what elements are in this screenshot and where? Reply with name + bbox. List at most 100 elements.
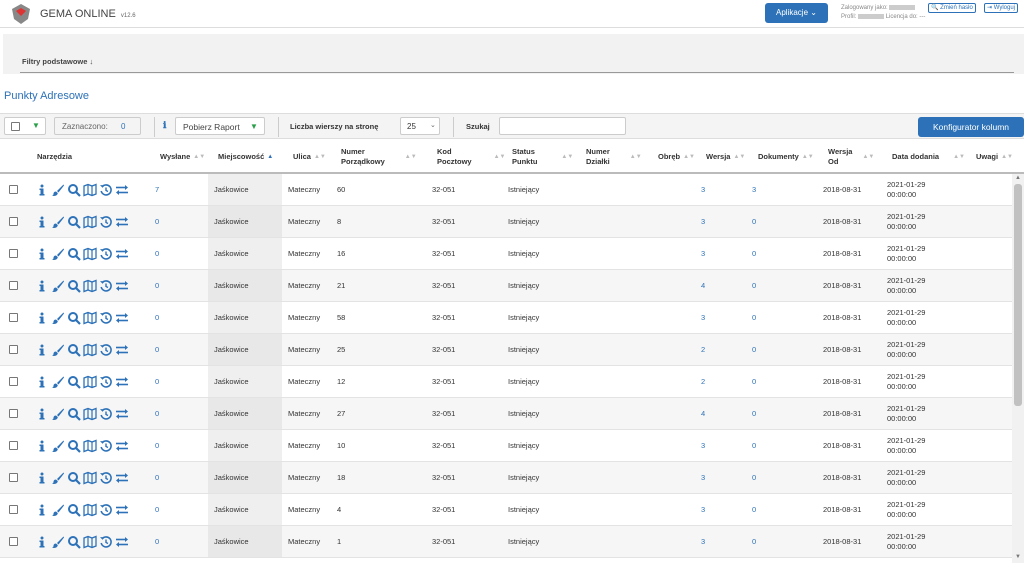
version-cell[interactable]: 4 <box>701 270 705 301</box>
map-icon[interactable] <box>83 375 97 389</box>
row-checkbox[interactable] <box>9 313 18 322</box>
map-icon[interactable] <box>83 439 97 453</box>
search-icon[interactable] <box>67 343 81 357</box>
sent-cell[interactable]: 0 <box>155 398 159 429</box>
basic-filters-toggle[interactable]: Filtry podstawowe ↓ <box>22 57 93 66</box>
select-all-dropdown[interactable]: ▼ <box>4 117 46 135</box>
column-header-version-from[interactable]: Wersja Od ▲▼ <box>828 140 874 174</box>
row-checkbox[interactable] <box>9 409 18 418</box>
history-icon[interactable] <box>99 343 113 357</box>
row-checkbox[interactable] <box>9 505 18 514</box>
info-icon[interactable]: ℹ <box>163 120 166 131</box>
search-icon[interactable] <box>67 407 81 421</box>
search-icon[interactable] <box>67 471 81 485</box>
map-icon[interactable] <box>83 183 97 197</box>
rows-per-page-select[interactable]: 25 ⌄ <box>400 117 440 135</box>
info-icon[interactable] <box>35 183 49 197</box>
sent-cell[interactable]: 0 <box>155 494 159 525</box>
column-header-version[interactable]: Wersja ▲▼ <box>706 140 745 174</box>
search-input[interactable] <box>499 117 626 135</box>
documents-cell[interactable]: 0 <box>752 206 756 237</box>
row-checkbox[interactable] <box>9 217 18 226</box>
info-icon[interactable] <box>35 407 49 421</box>
documents-cell[interactable]: 0 <box>752 302 756 333</box>
apps-button[interactable]: Aplikacje ⌄ <box>765 3 828 23</box>
map-icon[interactable] <box>83 407 97 421</box>
row-checkbox[interactable] <box>9 473 18 482</box>
history-icon[interactable] <box>99 375 113 389</box>
info-icon[interactable] <box>35 343 49 357</box>
column-header-town[interactable]: Miejscowość ▲ <box>218 140 273 174</box>
search-icon[interactable] <box>67 311 81 325</box>
history-icon[interactable] <box>99 471 113 485</box>
column-header-precinct[interactable]: Obręb ▲▼ <box>658 140 695 174</box>
download-report-button[interactable]: Pobierz Raport ▼ <box>175 117 265 135</box>
version-cell[interactable]: 2 <box>701 334 705 365</box>
brush-icon[interactable] <box>51 407 65 421</box>
brush-icon[interactable] <box>51 247 65 261</box>
history-icon[interactable] <box>99 503 113 517</box>
search-icon[interactable] <box>67 183 81 197</box>
sent-cell[interactable]: 0 <box>155 238 159 269</box>
column-header-notes[interactable]: Uwagi ▲▼ <box>976 140 1013 174</box>
documents-cell[interactable]: 0 <box>752 398 756 429</box>
version-cell[interactable]: 3 <box>701 430 705 461</box>
sent-cell[interactable]: 0 <box>155 366 159 397</box>
search-icon[interactable] <box>67 247 81 261</box>
row-checkbox[interactable] <box>9 185 18 194</box>
documents-cell[interactable]: 0 <box>752 270 756 301</box>
brush-icon[interactable] <box>51 183 65 197</box>
info-icon[interactable] <box>35 439 49 453</box>
column-header-number[interactable]: Numer Porządkowy ▲▼ <box>341 140 417 174</box>
map-icon[interactable] <box>83 343 97 357</box>
exchange-icon[interactable] <box>115 503 129 517</box>
brush-icon[interactable] <box>51 439 65 453</box>
search-icon[interactable] <box>67 215 81 229</box>
history-icon[interactable] <box>99 215 113 229</box>
column-header-documents[interactable]: Dokumenty ▲▼ <box>758 140 814 174</box>
brush-icon[interactable] <box>51 503 65 517</box>
scroll-down-icon[interactable]: ▼ <box>1015 554 1021 560</box>
row-checkbox[interactable] <box>9 537 18 546</box>
version-cell[interactable]: 3 <box>701 462 705 493</box>
documents-cell[interactable]: 0 <box>752 462 756 493</box>
row-checkbox[interactable] <box>9 441 18 450</box>
history-icon[interactable] <box>99 311 113 325</box>
documents-cell[interactable]: 0 <box>752 238 756 269</box>
brush-icon[interactable] <box>51 535 65 549</box>
info-icon[interactable] <box>35 279 49 293</box>
exchange-icon[interactable] <box>115 183 129 197</box>
info-icon[interactable] <box>35 503 49 517</box>
history-icon[interactable] <box>99 407 113 421</box>
documents-cell[interactable]: 0 <box>752 494 756 525</box>
sent-cell[interactable]: 0 <box>155 270 159 301</box>
brush-icon[interactable] <box>51 375 65 389</box>
scrollbar-thumb[interactable] <box>1014 184 1022 406</box>
history-icon[interactable] <box>99 279 113 293</box>
search-icon[interactable] <box>67 279 81 293</box>
sent-cell[interactable]: 7 <box>155 174 159 205</box>
row-checkbox[interactable] <box>9 345 18 354</box>
exchange-icon[interactable] <box>115 471 129 485</box>
info-icon[interactable] <box>35 535 49 549</box>
history-icon[interactable] <box>99 247 113 261</box>
documents-cell[interactable]: 0 <box>752 366 756 397</box>
map-icon[interactable] <box>83 279 97 293</box>
sent-cell[interactable]: 0 <box>155 334 159 365</box>
sent-cell[interactable]: 0 <box>155 462 159 493</box>
sent-cell[interactable]: 0 <box>155 206 159 237</box>
column-header-date-added[interactable]: Data dodania ▲▼ <box>892 140 965 174</box>
info-icon[interactable] <box>35 247 49 261</box>
map-icon[interactable] <box>83 503 97 517</box>
column-header-sent[interactable]: Wysłane ▲▼ <box>160 140 205 174</box>
brush-icon[interactable] <box>51 471 65 485</box>
search-icon[interactable] <box>67 503 81 517</box>
search-icon[interactable] <box>67 535 81 549</box>
info-icon[interactable] <box>35 471 49 485</box>
search-icon[interactable] <box>67 375 81 389</box>
exchange-icon[interactable] <box>115 375 129 389</box>
row-checkbox[interactable] <box>9 377 18 386</box>
column-header-parcel[interactable]: Numer Działki ▲▼ <box>586 140 642 174</box>
change-password-button[interactable]: 🔍 Zmień hasło <box>928 3 976 13</box>
column-header-street[interactable]: Ulica ▲▼ <box>293 140 326 174</box>
